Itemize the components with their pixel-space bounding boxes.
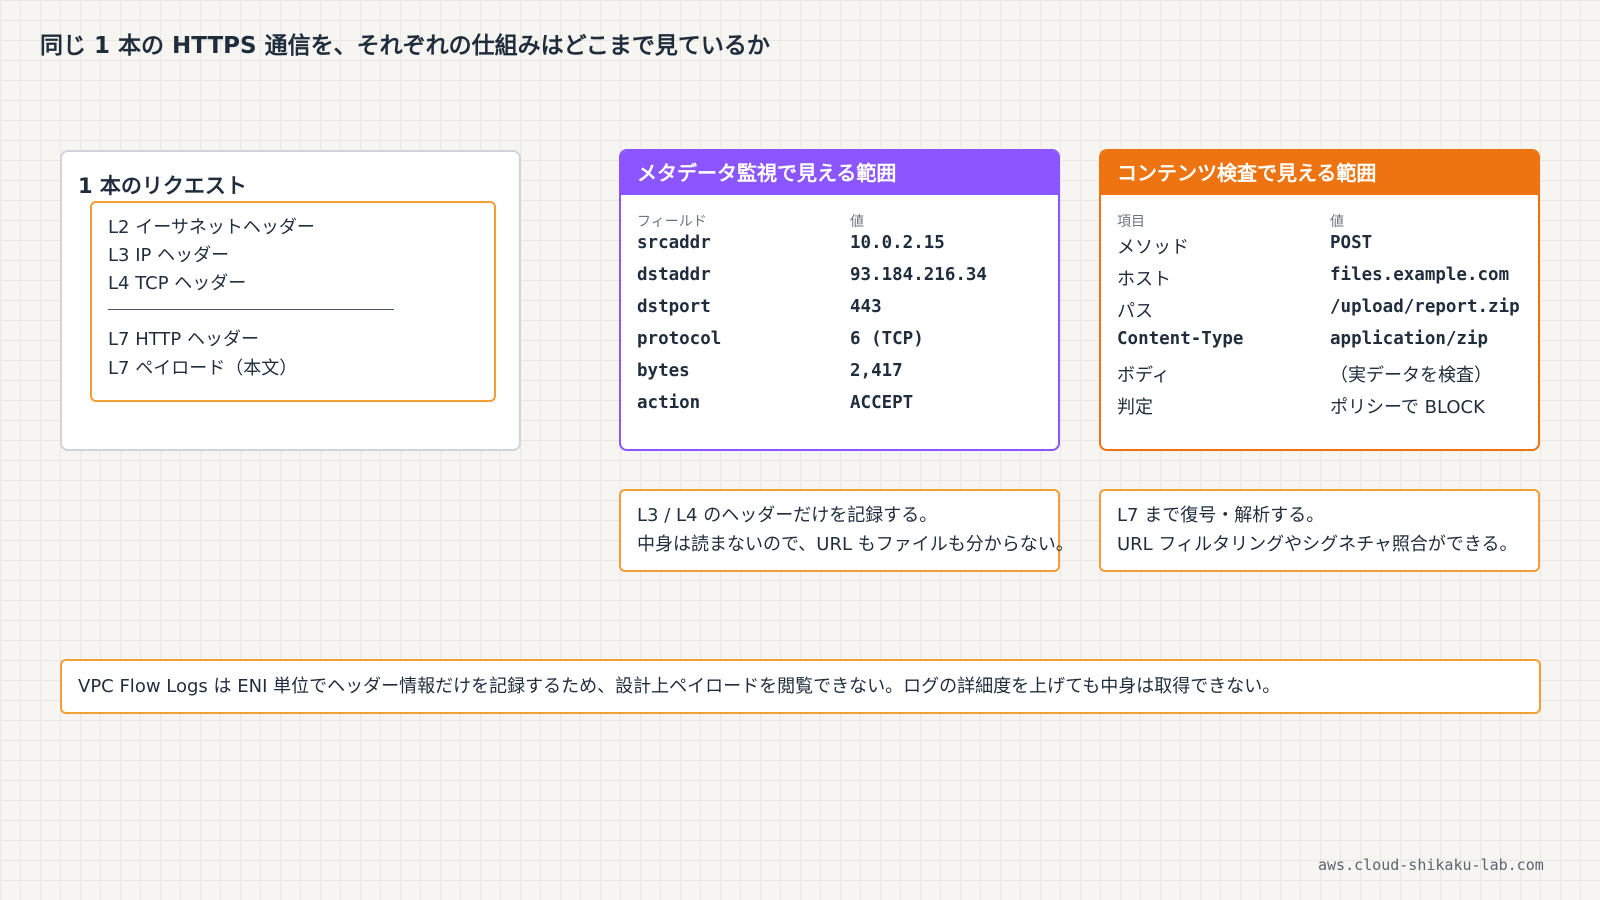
metadata-row-key: dstport [637,297,711,317]
metadata-row-value: ACCEPT [850,393,914,413]
metadata-row-value: 443 [850,297,882,317]
content-row-value: （実データを検査） [1330,365,1492,386]
request-card: 1 本のリクエスト L2 イーサネットヘッダー L3 IP ヘッダー L4 TC… [60,150,521,451]
content-panel: コンテンツ検査で見える範囲 項目 値 メソッド POST ホスト files.exam… [1099,149,1540,451]
metadata-row-value: 93.184.216.34 [850,265,987,285]
metadata-note: L3 / L4 のヘッダーだけを記録する。 中身は読まないので、URL もファイ… [619,489,1074,572]
content-row-key: 判定 [1117,397,1153,418]
metadata-row-value: 6 (TCP) [850,329,924,349]
metadata-note-line: L3 / L4 のヘッダーだけを記録する。 [637,505,938,526]
metadata-row-key: bytes [637,361,690,381]
metadata-col-header-field: フィールド [637,214,707,230]
metadata-panel-title: メタデータ監視で見える範囲 [621,151,1058,195]
layer-item: L3 IP ヘッダー [108,245,230,266]
content-row-key: ボディ [1117,365,1170,386]
metadata-row-key: srcaddr [637,233,711,253]
request-title: 1 本のリクエスト [78,174,247,198]
metadata-panel: メタデータ監視で見える範囲 フィールド 値 srcaddr 10.0.2.15 ds… [619,149,1060,451]
content-row-key: メソッド [1117,237,1189,258]
content-panel-title: コンテンツ検査で見える範囲 [1101,151,1538,195]
page-title: 同じ 1 本の HTTPS 通信を、それぞれの仕組みはどこまで見ているか [40,33,770,59]
layer-item: L7 HTTP ヘッダー [108,329,259,350]
layer-stack: L2 イーサネットヘッダー L3 IP ヘッダー L4 TCP ヘッダー L7 … [90,201,496,402]
content-row-value: files.example.com [1330,265,1510,285]
footer-url: aws.cloud-shikaku-lab.com [1318,856,1544,874]
layer-item: L2 イーサネットヘッダー [108,217,315,238]
content-row-value: /upload/report.zip [1330,297,1520,317]
summary-callout: VPC Flow Logs は ENI 単位でヘッダー情報だけを記録するため、設… [60,659,1541,714]
layer-item: L7 ペイロード（本文） [108,358,298,379]
metadata-note-line: 中身は読まないので、URL もファイルも分からない。 [637,534,1074,555]
layer-item: L4 TCP ヘッダー [108,273,247,294]
metadata-row-key: action [637,393,701,413]
content-col-header-value: 値 [1330,214,1344,230]
content-row-value: application/zip [1330,329,1489,349]
content-note-line: URL フィルタリングやシグネチャ照合ができる。 [1117,534,1518,555]
content-row-value: ポリシーで BLOCK [1330,397,1485,418]
layer-divider [108,309,394,310]
metadata-row-key: protocol [637,329,722,349]
content-col-header-item: 項目 [1117,214,1145,230]
content-row-key: パス [1117,301,1153,322]
content-row-key: Content-Type [1117,329,1244,349]
metadata-col-header-value: 値 [850,214,864,230]
content-note-line: L7 まで復号・解析する。 [1117,505,1325,526]
content-note: L7 まで復号・解析する。 URL フィルタリングやシグネチャ照合ができる。 [1099,489,1540,572]
content-row-key: ホスト [1117,269,1171,290]
content-row-value: POST [1330,233,1373,253]
metadata-row-key: dstaddr [637,265,711,285]
metadata-row-value: 2,417 [850,361,903,381]
metadata-row-value: 10.0.2.15 [850,233,945,253]
